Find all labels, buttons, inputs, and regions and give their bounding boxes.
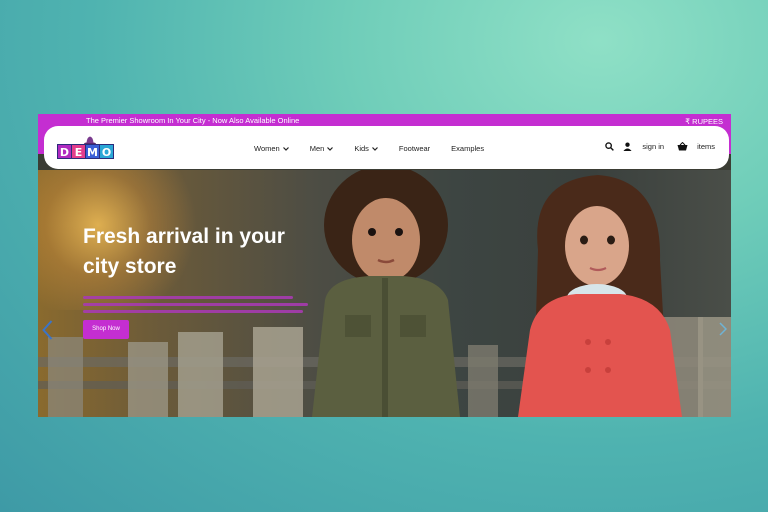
signin-link[interactable]: sign in — [642, 142, 664, 151]
logo-letter: E — [71, 144, 86, 159]
user-icon[interactable] — [623, 142, 632, 151]
hero-title: Fresh arrival in your city store — [83, 225, 285, 278]
browser-viewport: The Premier Showroom In Your City - Now … — [38, 114, 731, 417]
cart-items-label[interactable]: items — [697, 142, 715, 151]
site-logo[interactable]: D E M O — [57, 144, 114, 160]
chevron-down-icon — [371, 146, 378, 151]
nav-item-kids[interactable]: Kids — [354, 144, 378, 153]
nav-item-men[interactable]: Men — [310, 144, 334, 153]
chevron-down-icon — [327, 146, 334, 151]
nav-item-label: Examples — [451, 144, 485, 153]
currency-selector[interactable]: ₹ RUPEES — [685, 117, 723, 126]
promo-text: The Premier Showroom In Your City - Now … — [86, 116, 300, 125]
logo-letter: D — [57, 144, 72, 159]
search-icon[interactable] — [605, 142, 615, 151]
chevron-right-icon — [719, 322, 728, 336]
nav-item-examples[interactable]: Examples — [451, 144, 484, 153]
carousel-next-arrow[interactable] — [719, 322, 728, 338]
hero-banner: Fresh arrival in your city store Shop No… — [38, 170, 731, 417]
hero-girl-figure — [518, 175, 682, 417]
nav-item-women[interactable]: Women — [254, 144, 289, 153]
nav-menu: Women Men Kids Footwear Examples — [254, 144, 505, 153]
basket-icon[interactable] — [677, 142, 688, 151]
nav-item-label: Kids — [354, 144, 369, 153]
shop-now-button[interactable]: Shop Now — [83, 320, 129, 339]
nav-actions: sign in items — [596, 142, 715, 151]
nav-item-footwear[interactable]: Footwear — [399, 144, 430, 153]
carousel-prev-arrow[interactable] — [42, 320, 53, 344]
hero-subtitle-blurred — [83, 296, 313, 314]
main-navbar: D E M O Women Men Kids Footwear Examples — [44, 126, 729, 169]
logo-letter: M — [85, 144, 100, 159]
hero-boy-figure — [312, 170, 460, 417]
chevron-down-icon — [282, 146, 289, 151]
logo-letter: O — [99, 144, 114, 159]
nav-item-label: Men — [309, 144, 325, 153]
nav-item-label: Footwear — [398, 144, 431, 153]
chevron-left-icon — [42, 320, 53, 340]
nav-item-label: Women — [254, 144, 280, 153]
